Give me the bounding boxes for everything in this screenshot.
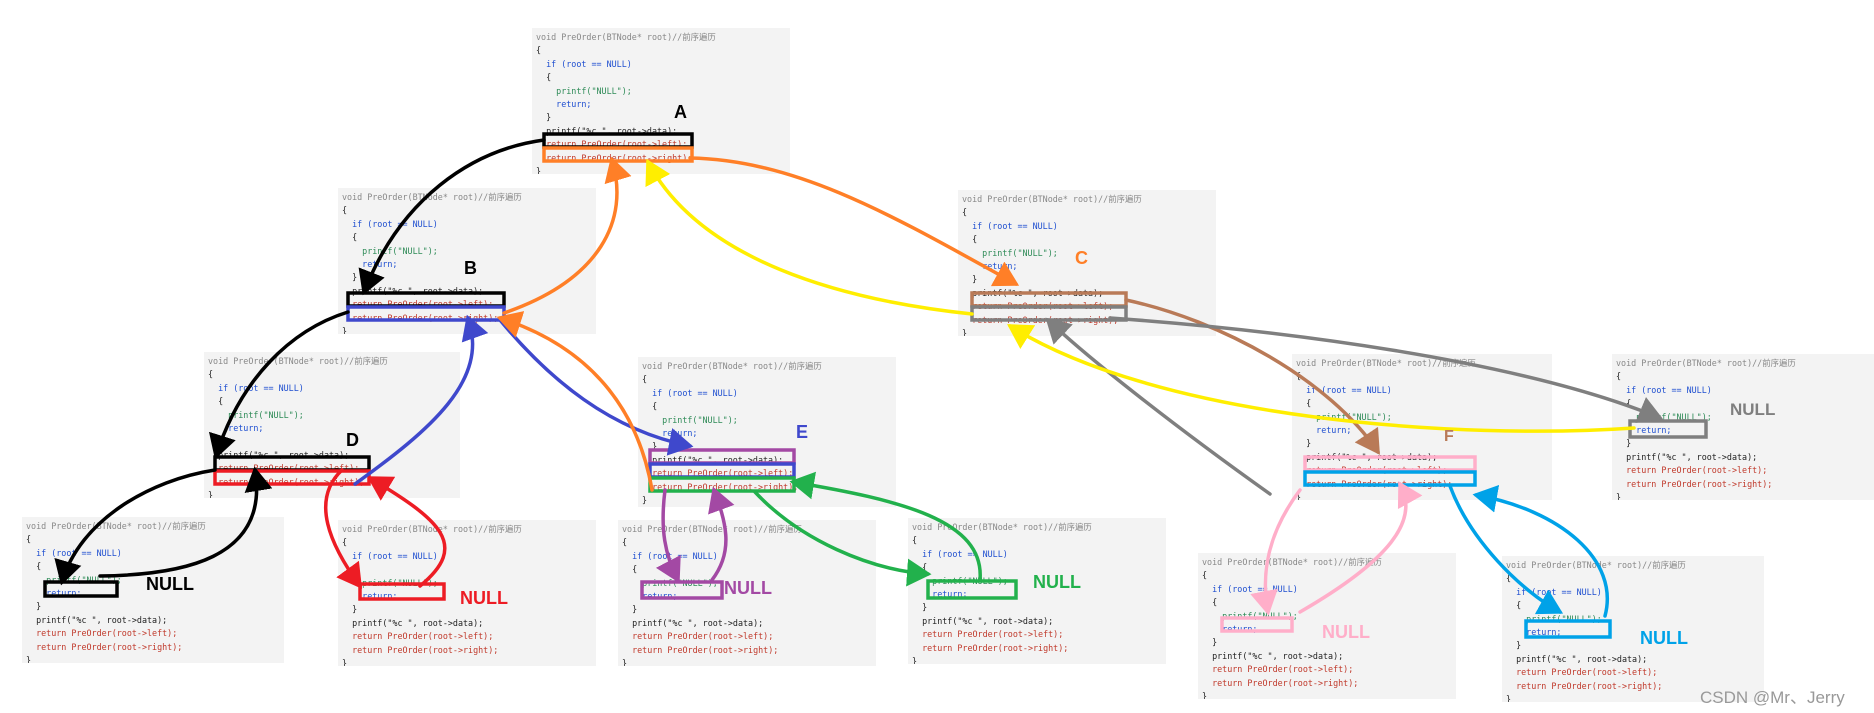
label-null-c-right: NULL <box>1730 400 1776 419</box>
box-d-right <box>213 469 371 486</box>
box-null-d-right <box>358 582 446 601</box>
box-e-right <box>648 476 796 493</box>
box-null-d-left <box>43 580 119 598</box>
arrow-e-to-null-left <box>655 488 681 584</box>
label-a: A <box>674 102 687 122</box>
label-null-e-left: NULL <box>724 578 772 598</box>
label-null-f-right: NULL <box>1640 628 1688 648</box>
label-c: C <box>1075 248 1088 268</box>
label-null-d-right: NULL <box>460 588 508 608</box>
arrow-f-to-null-left <box>1250 488 1302 616</box>
label-b: B <box>464 258 477 278</box>
arrow-c-to-null-right <box>1108 316 1664 423</box>
arrow-d-back-b <box>353 314 489 486</box>
arrow-a-to-c <box>688 156 1020 287</box>
label-d: D <box>346 430 359 450</box>
diagram-canvas: void PreOrder(BTNode* root)//前序遍历{ if (r… <box>0 0 1874 713</box>
box-f-left <box>1303 455 1477 472</box>
arrow-paths <box>54 138 1664 618</box>
box-a-right <box>542 146 694 163</box>
arrow-b-to-d <box>208 310 350 460</box>
label-f: F <box>1444 428 1454 445</box>
label-null-f-left: NULL <box>1322 622 1370 642</box>
label-null-d-left: NULL <box>146 574 194 594</box>
arrow-c-back-a <box>645 158 974 316</box>
arrow-null-back-e <box>708 486 735 582</box>
label-null-e-right: NULL <box>1033 572 1081 592</box>
arrow-null-back-f-cyan <box>1472 484 1609 618</box>
arrow-null-back-d-red <box>366 476 447 588</box>
box-b-left <box>346 291 506 308</box>
watermark: CSDN @Mr、Jerry <box>1700 688 1845 707</box>
recursion-arrows <box>43 132 1708 639</box>
box-d-left <box>213 455 371 472</box>
box-null-c-right <box>1628 419 1708 439</box>
box-null-f-left <box>1220 616 1294 633</box>
arrow-null-back-e-green <box>789 471 982 582</box>
box-null-f-right <box>1524 619 1612 639</box>
box-a-left <box>542 132 694 149</box>
box-b-right <box>346 305 506 322</box>
box-e-left <box>648 462 796 479</box>
label-e: E <box>796 422 809 442</box>
box-null-e-left <box>640 580 724 600</box>
box-f-right <box>1303 470 1477 487</box>
arrow-null-back-d <box>98 466 273 578</box>
arrow-d-to-null-right <box>324 468 363 589</box>
box-c-left <box>970 291 1128 308</box>
arrow-b-to-e <box>498 318 694 456</box>
arrow-b-back-a <box>502 156 632 315</box>
arrow-a-to-b <box>358 138 546 296</box>
box-null-e-right <box>926 579 1018 600</box>
box-c-right <box>970 305 1128 322</box>
arrow-f-to-null-right <box>1448 484 1564 615</box>
box-e-print <box>648 448 796 465</box>
arrow-null-back-f <box>1298 480 1423 614</box>
arrow-f-back-c <box>1045 317 1272 496</box>
